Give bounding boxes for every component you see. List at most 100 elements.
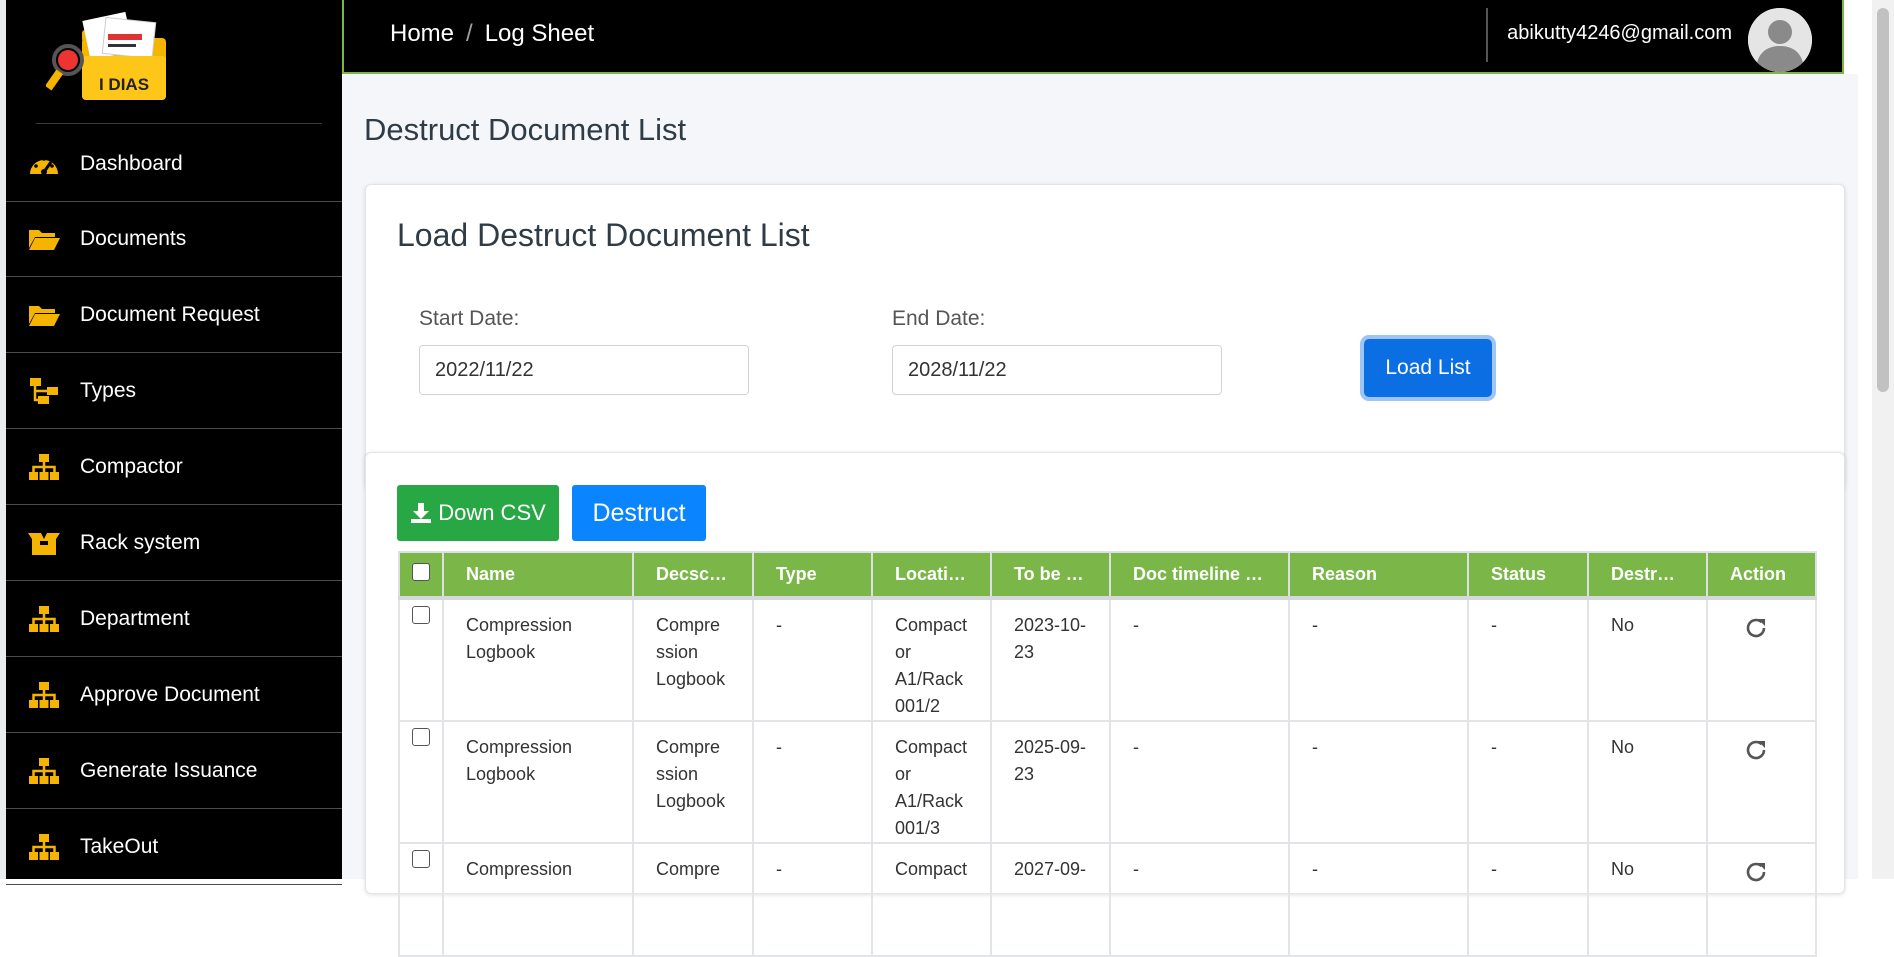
column-header-location[interactable]: Locati… [871,551,992,599]
sidebar-item-types[interactable]: Types [6,354,342,429]
breadcrumb: Home / Log Sheet [390,20,594,48]
cell-action [1706,842,1817,957]
load-list-button[interactable]: Load List [1364,339,1492,397]
vertical-scrollbar[interactable] [1872,0,1894,879]
main-content: Destruct Document List Load Destruct Doc… [342,74,1858,957]
sidebar-item-label: Generate Issuance [80,759,258,782]
cell-status: - [1467,720,1589,844]
cell-reason: - [1288,720,1469,844]
user-silhouette-icon [1748,8,1812,72]
download-icon [411,503,432,523]
end-date-input[interactable] [892,345,1222,395]
cell-type: - [752,720,873,844]
cell-name: Compression Logbook [442,720,634,844]
row-select-cell [398,596,444,722]
row-checkbox[interactable] [412,850,430,868]
redo-icon[interactable] [1744,860,1768,884]
sidebar-item-label: Compactor [80,455,183,478]
redo-icon[interactable] [1744,616,1768,640]
column-header-type[interactable]: Type [752,551,873,599]
sidebar-item-label: Types [80,379,137,402]
sidebar-item-document-request[interactable]: Document Request [6,278,342,353]
cell-to-be-destructed: 2023-10-23 [990,596,1111,722]
redo-icon[interactable] [1744,738,1768,762]
column-header-destructed[interactable]: Destr… [1587,551,1708,599]
cell-destructed: No [1587,596,1708,722]
avatar[interactable] [1748,8,1812,72]
cell-destructed: No [1587,720,1708,844]
sidebar-item-label: Documents [80,227,187,250]
select-all-checkbox[interactable] [412,563,430,581]
app-logo[interactable]: I DIAS [44,10,170,108]
folder-open-icon [26,224,62,254]
column-header-description[interactable]: Decsc… [632,551,754,599]
sidebar-item-documents[interactable]: Documents [6,202,342,277]
table-row: Compression Compre - Compact 2027-09- - … [398,842,1817,957]
header-accent-left [342,0,344,74]
cell-doc-timeline: - [1109,842,1290,957]
page-title: Destruct Document List [364,112,687,147]
sidebar-item-dashboard[interactable]: Dashboard [6,127,342,202]
row-checkbox[interactable] [412,728,430,746]
cell-type: - [752,596,873,722]
destruct-button[interactable]: Destruct [572,485,706,541]
sitemap-icon [26,756,62,786]
sitemap-icon [26,680,62,710]
sidebar-item-label: Rack system [80,531,201,554]
column-header-reason[interactable]: Reason [1288,551,1469,599]
sidebar-item-label: Department [80,607,190,630]
column-header-status[interactable]: Status [1467,551,1589,599]
cell-reason: - [1288,596,1469,722]
cell-description: Compre ssion Logbook [632,720,754,844]
cell-action [1706,596,1817,722]
cell-location: Compact [871,842,992,957]
cell-description: Compre ssion Logbook [632,596,754,722]
sidebar-item-generate-issuance[interactable]: Generate Issuance [6,734,342,809]
sidebar-item-takeout[interactable]: TakeOut [6,810,342,885]
table-header-row: Name Decsc… Type Locati… To be … Doc tim… [398,551,1817,599]
sidebar-item-approve-document[interactable]: Approve Document [6,658,342,733]
column-header-action: Action [1706,551,1817,599]
cell-to-be-destructed: 2025-09-23 [990,720,1111,844]
download-csv-button[interactable]: Down CSV [397,485,559,541]
sidebar-item-department[interactable]: Department [6,582,342,657]
row-select-cell [398,720,444,844]
column-header-to-be-destructed[interactable]: To be … [990,551,1111,599]
select-all-cell [398,551,444,599]
sitemap-icon [26,832,62,862]
table-row: Compression Logbook Compre ssion Logbook… [398,596,1817,722]
sidebar-item-rack-system[interactable]: Rack system [6,506,342,581]
table-row: Compression Logbook Compre ssion Logbook… [398,720,1817,844]
download-csv-label: Down CSV [438,500,546,525]
cell-location: Compact or A1/Rack 001/3 [871,720,992,844]
destruct-document-table: Name Decsc… Type Locati… To be … Doc tim… [398,551,1817,957]
user-email[interactable]: abikutty4246@gmail.com [1507,22,1732,45]
header-accent-right [1842,0,1844,74]
cell-status: - [1467,842,1589,957]
cell-description: Compre [632,842,754,957]
sidebar-item-compactor[interactable]: Compactor [6,430,342,505]
breadcrumb-home-link[interactable]: Home [390,20,454,48]
column-header-doc-timeline[interactable]: Doc timeline … [1109,551,1290,599]
dashboard-gauge-icon [26,149,62,179]
start-date-label: Start Date: [419,307,520,330]
cell-destructed: No [1587,842,1708,957]
sidebar: I DIAS Dashboard Documents Document Requ… [6,0,342,885]
column-header-name[interactable]: Name [442,551,634,599]
sitemap-icon [26,604,62,634]
row-select-cell [398,842,444,957]
cell-status: - [1467,596,1589,722]
cell-to-be-destructed: 2027-09- [990,842,1111,957]
sidebar-item-label: Approve Document [80,683,260,706]
cell-doc-timeline: - [1109,720,1290,844]
hierarchy-icon [26,376,62,406]
breadcrumb-separator: / [466,20,473,47]
scrollbar-thumb[interactable] [1877,8,1889,392]
start-date-input[interactable] [419,345,749,395]
filter-card-title: Load Destruct Document List [397,217,810,253]
cell-doc-timeline: - [1109,596,1290,722]
sidebar-item-label: Dashboard [80,152,183,175]
open-box-icon [26,528,62,558]
row-checkbox[interactable] [412,606,430,624]
logo-text: I DIAS [99,75,149,94]
